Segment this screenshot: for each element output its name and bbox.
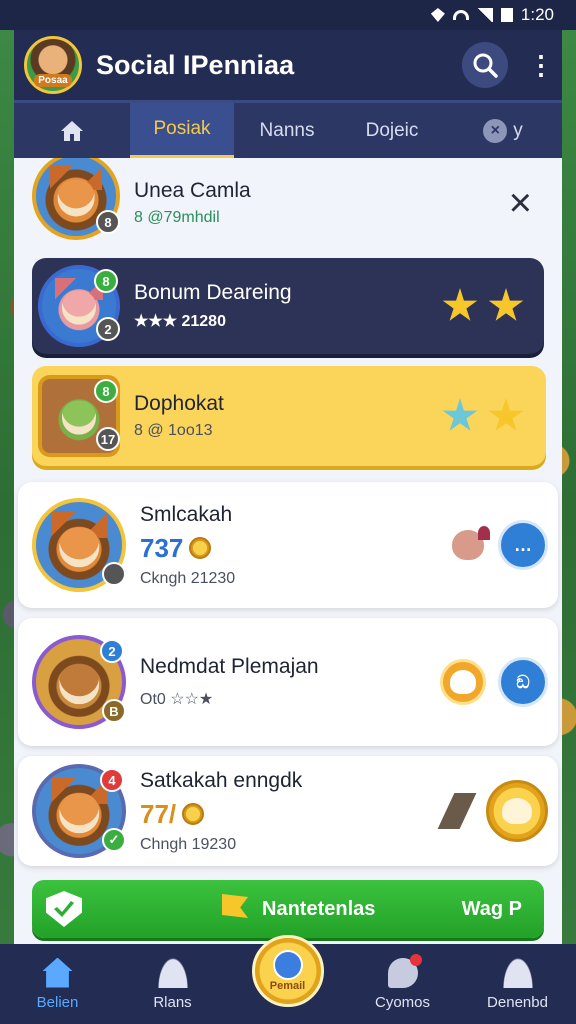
avatar: 8: [32, 158, 120, 240]
tab-bar: Posiak Nanns Dojeic × у: [14, 100, 562, 158]
profile-avatar[interactable]: Posaa: [24, 36, 82, 94]
avatar: 2 B: [32, 635, 126, 729]
player-name: Bonum Deareing: [134, 281, 292, 304]
action-right-label: Wag P: [461, 897, 522, 920]
check-icon: [272, 950, 303, 980]
action-label: Nantetenlas: [262, 897, 376, 920]
avatar: 4 ✓: [32, 764, 126, 858]
list-item[interactable]: 2 B Nedmdat Plemajan Ot0 ☆☆★ ඞ: [18, 618, 558, 746]
search-icon: [473, 53, 498, 78]
invite-button[interactable]: ඞ: [498, 657, 548, 707]
list-item-highlight-yellow[interactable]: 8 17 Dophokat 8 @ 1oo13: [32, 366, 546, 466]
pig-icon: [452, 526, 490, 560]
signal-icon: [476, 8, 493, 22]
star-icon: [442, 288, 478, 321]
person-icon: [157, 957, 188, 988]
tab-home[interactable]: [14, 103, 130, 158]
nav-profile[interactable]: Denenbd: [460, 957, 575, 1011]
level-badge: 8: [96, 210, 120, 234]
player-score: 77/: [140, 799, 446, 830]
nav-label: Pemail: [269, 980, 306, 992]
star-icon: [442, 398, 478, 431]
nav-label: Rlans: [153, 993, 192, 1011]
list-item[interactable]: 4 ✓ Satkakah enngdk 77/ Chngh 19230: [18, 756, 558, 866]
bluetooth-icon: [430, 8, 445, 22]
profile-icon: [502, 957, 533, 988]
player-sub: 8 @ 1oo13: [134, 422, 213, 439]
player-sub: Ckngh 21230: [140, 569, 236, 587]
list-item-highlight-dark[interactable]: 8 2 Bonum Deareing ★★★ 21280: [32, 258, 544, 354]
check-badge: ✓: [102, 828, 126, 852]
home-icon: [61, 120, 83, 141]
nav-label: Belien: [36, 993, 79, 1011]
avatar: [32, 498, 126, 592]
friends-list-panel: 8 Unea Camla 8 @79mhdil × 8 2 Bonum Dear…: [14, 158, 562, 944]
rank-badge: 2: [100, 639, 124, 663]
list-item[interactable]: 8 Unea Camla 8 @79mhdil ×: [32, 158, 544, 248]
nav-home[interactable]: Belien: [0, 957, 115, 1011]
home-icon: [42, 957, 73, 988]
player-name: Dophokat: [134, 392, 224, 415]
star-icon: [488, 398, 524, 431]
flag-icon: [222, 894, 248, 918]
player-name: Unea Camla: [134, 179, 251, 202]
nav-label: Cyomos: [374, 993, 430, 1011]
tab-more-label: у: [513, 119, 523, 141]
chat-icon: [387, 953, 422, 988]
level-badge: 2: [96, 317, 120, 341]
search-button[interactable]: [462, 42, 508, 88]
close-icon[interactable]: ×: [509, 181, 532, 226]
player-name: Satkakah enngdk: [140, 768, 303, 792]
score-value: 737: [140, 532, 184, 563]
player-sub: 8 @79mhdil: [134, 209, 220, 226]
rank-badge: 4: [100, 768, 124, 792]
dog-icon: [440, 659, 486, 705]
bottom-nav: Belien Rlans Pemail Cyomos Denenbd: [0, 935, 576, 1024]
level-badge: B: [102, 699, 126, 723]
nav-friends[interactable]: Rlans: [115, 957, 230, 1011]
list-item[interactable]: Smlcakah 737 Ckngh 21230 …: [18, 482, 558, 608]
more-menu-icon[interactable]: ⋮: [528, 52, 554, 78]
star-icon: [488, 288, 524, 321]
score-value: 77/: [140, 798, 177, 829]
center-action-button[interactable]: Pemail: [251, 935, 324, 1007]
level-badge: [102, 562, 126, 586]
close-circle-icon: ×: [483, 118, 508, 143]
avatar: 8 2: [38, 265, 120, 347]
tab-dojeic[interactable]: Dojeic: [340, 103, 444, 158]
gift-coin-button[interactable]: [486, 780, 548, 842]
rank-badge: 8: [94, 269, 118, 293]
shield-check-icon: [46, 891, 82, 927]
player-score: 737: [140, 533, 452, 564]
tab-more[interactable]: × у: [444, 103, 562, 158]
player-sub: ★★★ 21280: [134, 313, 226, 330]
invite-button[interactable]: …: [498, 520, 548, 570]
app-header: Posaa Social IPenniaa ⋮: [14, 30, 562, 100]
player-name: Nedmdat Plemajan: [140, 655, 319, 678]
rank-badge: 8: [94, 379, 118, 403]
page-title: Social IPenniaa: [96, 49, 295, 80]
wifi-icon: [452, 10, 469, 20]
coin-icon: [189, 537, 212, 559]
player-name: Smlcakah: [140, 502, 233, 526]
status-bar: 1:20: [0, 0, 576, 30]
avatar-label: Posaa: [34, 74, 72, 87]
nav-chat[interactable]: Cyomos: [345, 953, 460, 1011]
battery-icon: [500, 8, 513, 22]
nav-label: Denenbd: [487, 993, 548, 1011]
claim-rewards-button[interactable]: Nantetenlas Wag P: [32, 880, 544, 938]
player-sub: Ot0 ☆☆★: [140, 691, 214, 708]
coin-icon: [182, 803, 205, 825]
tab-nanns[interactable]: Nanns: [234, 103, 340, 158]
nav-center[interactable]: Pemail: [230, 935, 345, 1007]
tab-posiak[interactable]: Posiak: [130, 103, 234, 158]
avatar: 8 17: [38, 375, 120, 457]
level-badge: 17: [96, 427, 120, 451]
status-time: 1:20: [520, 5, 554, 24]
player-sub: Chngh 19230: [140, 835, 237, 853]
